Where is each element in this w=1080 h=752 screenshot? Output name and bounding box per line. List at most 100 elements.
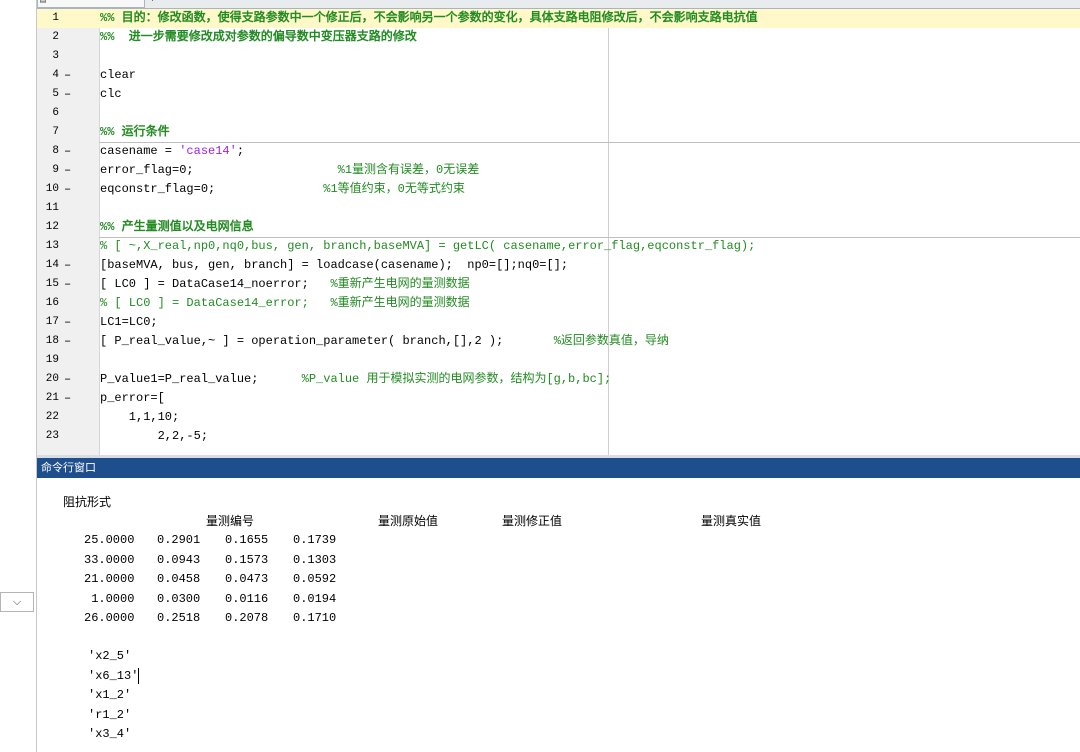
code-line[interactable]: 8– casename = 'case14';	[37, 142, 1080, 161]
section-title: %% 运行条件	[100, 125, 170, 139]
table-cell: 0.0473	[225, 572, 269, 586]
breakpoint-marker[interactable]: –	[64, 370, 71, 389]
code-line[interactable]: 11	[37, 199, 1080, 218]
line-number: 12	[45, 221, 59, 233]
breakpoint-marker[interactable]: –	[64, 161, 71, 180]
code-text: 1,1,10;	[100, 408, 179, 427]
comment-text: % [ ~,X_real,np0,nq0,bus, gen, branch,ba…	[100, 239, 756, 253]
code-text: [ P_real_value,~ ] = operation_parameter…	[100, 332, 669, 351]
file-icon: ▤	[40, 0, 47, 6]
code-line[interactable]: 13 % [ ~,X_real,np0,nq0,bus, gen, branch,…	[37, 237, 1080, 256]
breakpoint-marker[interactable]: –	[64, 332, 71, 351]
code-token: clc	[100, 87, 122, 101]
code-line[interactable]: 12 %% 产生量测值以及电网信息	[37, 218, 1080, 237]
line-number: 8	[52, 145, 59, 157]
section-title: %% 产生量测值以及电网信息	[100, 220, 254, 234]
comment-text: %P_value 用于模拟实测的电网参数，结构为[g,b,bc];	[301, 372, 612, 386]
breakpoint-marker[interactable]: –	[64, 142, 71, 161]
code-line[interactable]: 23 2,2,-5;	[37, 427, 1080, 446]
line-number: 16	[45, 297, 59, 309]
command-window-title: 命令行窗口	[37, 458, 1080, 478]
code-text: % [ LC0 ] = DataCase14_error; %重新产生电网的量测…	[100, 294, 470, 313]
code-text: LC1=LC0;	[100, 313, 158, 332]
code-token: casename =	[100, 144, 180, 158]
add-tab-icon[interactable]: +	[149, 0, 156, 6]
close-icon[interactable]: ×	[124, 0, 131, 4]
code-text: [ LC0 ] = DataCase14_noerror; %重新产生电网的量测…	[100, 275, 470, 294]
code-line[interactable]: 16 % [ LC0 ] = DataCase14_error; %重新产生电网的…	[37, 294, 1080, 313]
code-text: %% 运行条件	[100, 123, 170, 142]
code-line[interactable]: 18– [ P_real_value,~ ] = operation_parame…	[37, 332, 1080, 351]
line-number: 5	[52, 88, 59, 100]
left-panel	[0, 0, 36, 752]
line-number: 15	[45, 278, 59, 290]
table-cell: 0.2901	[157, 533, 201, 547]
code-line[interactable]: 10– eqconstr_flag=0; %1等值约束，0无等式约束	[37, 180, 1080, 199]
code-line[interactable]: 3	[37, 47, 1080, 66]
tab-main[interactable]: ▤ ×	[37, 0, 145, 8]
line-number: 18	[45, 335, 59, 347]
breakpoint-marker[interactable]: –	[64, 180, 71, 199]
line-number: 7	[52, 126, 59, 138]
code-text: eqconstr_flag=0; %1等值约束，0无等式约束	[100, 180, 465, 199]
breakpoint-marker[interactable]: –	[64, 256, 71, 275]
header-raw-value: 量测原始值	[378, 514, 439, 528]
panel-dropdown-button[interactable]: ⌵	[0, 592, 34, 612]
breakpoint-marker[interactable]: –	[64, 85, 71, 104]
code-line[interactable]: 2 %% 进一步需要修改成对参数的偏导数中变压器支路的修改	[37, 28, 1080, 47]
breakpoint-marker[interactable]: –	[64, 66, 71, 85]
breakpoint-marker[interactable]: –	[64, 389, 71, 408]
line-number: 6	[52, 107, 59, 119]
string-literal: 'case14'	[179, 144, 237, 158]
code-line[interactable]: 21– p_error=[	[37, 389, 1080, 408]
table-cell: 33.0000	[84, 552, 135, 567]
table-cell: 0.0194	[293, 591, 337, 606]
code-token: P_value1=P_real_value;	[100, 372, 302, 386]
code-token: clear	[100, 68, 137, 82]
code-line[interactable]: 4– clear	[37, 66, 1080, 85]
output-string: 'x1_2'	[88, 688, 132, 702]
code-token: 2,2,-5;	[100, 429, 209, 443]
breakpoint-marker[interactable]: –	[64, 275, 71, 294]
line-number: 21	[45, 392, 59, 404]
table-cell: 0.2518	[157, 611, 201, 625]
output-string: 'x2_5'	[88, 649, 132, 663]
code-line[interactable]: 7 %% 运行条件	[37, 123, 1080, 142]
table-cell: 0.1710	[293, 611, 337, 625]
line-number: 9	[52, 164, 59, 176]
output-string: 'x3_4'	[88, 727, 132, 741]
table-cell: 26.0000	[84, 611, 135, 625]
code-editor[interactable]: 1 %% 目的：修改函数，使得支路参数中一个修正后，不会影响另一个参数的变化，具体…	[37, 9, 1080, 455]
code-token: LC1=LC0;	[100, 315, 158, 329]
breakpoint-marker[interactable]: –	[64, 313, 71, 332]
code-line[interactable]: 14– [baseMVA, bus, gen, branch] = loadcas…	[37, 256, 1080, 275]
line-number: 2	[52, 31, 59, 43]
text-cursor	[138, 668, 139, 684]
code-text: casename = 'case14';	[100, 142, 244, 161]
line-number: 3	[52, 50, 59, 62]
code-text: 2,2,-5;	[100, 427, 208, 446]
code-line[interactable]: 15– [ LC0 ] = DataCase14_noerror; %重新产生电网…	[37, 275, 1080, 294]
code-token: [ P_real_value,~ ] = operation_parameter…	[100, 334, 554, 348]
output-string: 'x6_13'	[88, 668, 139, 683]
table-cell: 1.0000	[84, 591, 135, 606]
line-number: 10	[45, 183, 59, 195]
code-token: ;	[236, 144, 245, 158]
code-line[interactable]: 17– LC1=LC0;	[37, 313, 1080, 332]
section-title: %% 目的：修改函数，使得支路参数中一个修正后，不会影响另一个参数的变化，具体支…	[100, 11, 758, 25]
code-line[interactable]: 5– clc	[37, 85, 1080, 104]
code-text: [baseMVA, bus, gen, branch] = loadcase(c…	[100, 256, 568, 275]
code-line[interactable]: 1 %% 目的：修改函数，使得支路参数中一个修正后，不会影响另一个参数的变化，具体…	[37, 9, 1080, 28]
comment-text: % [ LC0 ] = DataCase14_error; %重新产生电网的量测…	[100, 296, 470, 310]
table-cell: 0.0300	[157, 591, 201, 606]
code-line[interactable]: 20– P_value1=P_real_value; %P_value 用于模拟实…	[37, 370, 1080, 389]
section-label: 阻抗形式	[63, 495, 112, 509]
code-text: clc	[100, 85, 122, 104]
line-number: 23	[45, 430, 59, 442]
line-number: 22	[45, 411, 59, 423]
code-line[interactable]: 9– error_flag=0; %1量测含有误差，0无误差	[37, 161, 1080, 180]
code-line[interactable]: 22 1,1,10;	[37, 408, 1080, 427]
code-line[interactable]: 19	[37, 351, 1080, 370]
code-line[interactable]: 6	[37, 104, 1080, 123]
code-token: eqconstr_flag=0;	[100, 182, 324, 196]
